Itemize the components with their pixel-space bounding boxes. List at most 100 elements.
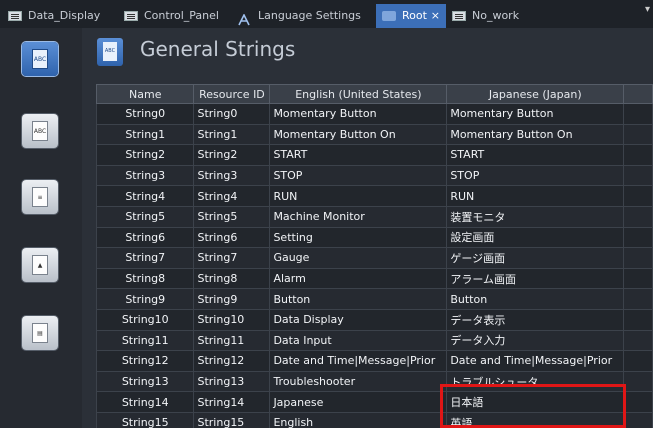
- cell-english[interactable]: Gauge: [269, 247, 448, 269]
- table-row[interactable]: String4 String4 RUN RUN: [96, 185, 653, 207]
- table-row[interactable]: String12 String12 Date and Time|Message|Pr…: [96, 350, 653, 372]
- cell-japanese[interactable]: 英語: [446, 411, 625, 428]
- cell-name[interactable]: String3: [96, 164, 195, 187]
- cell-english[interactable]: Setting: [269, 226, 448, 249]
- column-header-english[interactable]: English (United States): [269, 84, 448, 104]
- cell-english[interactable]: Japanese: [269, 391, 448, 413]
- cell-japanese[interactable]: Date and Time|Message|Prior: [446, 350, 625, 372]
- cell-japanese[interactable]: Momentary Button: [446, 103, 625, 125]
- cell-japanese[interactable]: ゲージ画面: [446, 247, 625, 269]
- table-row[interactable]: String13 String13 Troubleshooter トラブルシュータ: [96, 370, 653, 393]
- table-row[interactable]: String7 String7 Gauge ゲージ画面: [96, 247, 653, 269]
- cell-empty: [623, 329, 653, 352]
- cell-japanese[interactable]: START: [446, 144, 625, 166]
- cell-japanese[interactable]: STOP: [446, 164, 625, 187]
- cell-name[interactable]: String11: [96, 329, 195, 352]
- tab-control-panel[interactable]: Control_Panel: [118, 4, 228, 28]
- document-tool[interactable]: ▤: [22, 316, 58, 350]
- cell-resource-id[interactable]: String7: [193, 247, 271, 269]
- cell-empty: [623, 267, 653, 290]
- cell-japanese[interactable]: トラブルシュータ: [446, 370, 625, 393]
- table-row[interactable]: String2 String2 START START: [96, 144, 653, 166]
- cell-resource-id[interactable]: String14: [193, 391, 271, 413]
- cell-resource-id[interactable]: String2: [193, 144, 271, 166]
- cell-english[interactable]: START: [269, 144, 448, 166]
- cell-english[interactable]: English: [269, 411, 448, 428]
- cell-name[interactable]: String2: [96, 144, 195, 166]
- cell-name[interactable]: String10: [96, 308, 195, 331]
- cell-english[interactable]: RUN: [269, 185, 448, 207]
- tab-root[interactable]: Root ×: [376, 4, 446, 28]
- tab-language-settings[interactable]: Language Settings: [232, 4, 372, 28]
- cell-name[interactable]: String6: [96, 226, 195, 249]
- cell-japanese[interactable]: アラーム画面: [446, 267, 625, 290]
- cell-japanese[interactable]: データ入力: [446, 329, 625, 352]
- tab-no-work[interactable]: No_work: [446, 4, 536, 28]
- table-row[interactable]: String15 String15 English 英語: [96, 411, 653, 428]
- column-header-japanese[interactable]: Japanese (Japan): [446, 84, 625, 104]
- table-row[interactable]: String11 String11 Data Input データ入力: [96, 329, 653, 352]
- cell-empty: [623, 411, 653, 428]
- cell-name[interactable]: String15: [96, 411, 195, 428]
- cell-resource-id[interactable]: String9: [193, 288, 271, 310]
- cell-japanese[interactable]: RUN: [446, 185, 625, 207]
- table-row[interactable]: String1 String1 Momentary Button On Momenta…: [96, 123, 653, 146]
- table-row[interactable]: String9 String9 Button Button: [96, 288, 653, 310]
- cell-japanese[interactable]: 設定画面: [446, 226, 625, 249]
- cell-english[interactable]: STOP: [269, 164, 448, 187]
- cell-empty: [623, 226, 653, 249]
- list-tool[interactable]: ≡: [22, 180, 58, 214]
- cell-japanese[interactable]: データ表示: [446, 308, 625, 331]
- table-row[interactable]: String8 String8 Alarm アラーム画面: [96, 267, 653, 290]
- cell-name[interactable]: String9: [96, 288, 195, 310]
- tab-overflow-chevron-icon[interactable]: ▾: [645, 4, 653, 28]
- cell-english[interactable]: Momentary Button On: [269, 123, 448, 146]
- table-row[interactable]: String5 String5 Machine Monitor 装置モニタ: [96, 205, 653, 228]
- cell-english[interactable]: Data Input: [269, 329, 448, 352]
- cell-english[interactable]: Machine Monitor: [269, 205, 448, 228]
- cell-resource-id[interactable]: String15: [193, 411, 271, 428]
- cell-english[interactable]: Alarm: [269, 267, 448, 290]
- table-row[interactable]: String10 String10 Data Display データ表示: [96, 308, 653, 331]
- cell-resource-id[interactable]: String0: [193, 103, 271, 125]
- cell-resource-id[interactable]: String10: [193, 308, 271, 331]
- cell-resource-id[interactable]: String3: [193, 164, 271, 187]
- cell-resource-id[interactable]: String1: [193, 123, 271, 146]
- table-row[interactable]: String14 String14 Japanese 日本語: [96, 391, 653, 413]
- speech-strings-tool[interactable]: ABC: [22, 114, 58, 148]
- column-header-name[interactable]: Name: [96, 84, 195, 104]
- cell-name[interactable]: String5: [96, 205, 195, 228]
- close-icon[interactable]: ×: [431, 4, 440, 28]
- cell-resource-id[interactable]: String6: [193, 226, 271, 249]
- cell-name[interactable]: String7: [96, 247, 195, 269]
- cell-name[interactable]: String13: [96, 370, 195, 393]
- cell-japanese[interactable]: Momentary Button On: [446, 123, 625, 146]
- cell-resource-id[interactable]: String12: [193, 350, 271, 372]
- tab-data-display[interactable]: Data_Display: [2, 4, 114, 28]
- table-row[interactable]: String0 String0 Momentary Button Momentary …: [96, 103, 653, 125]
- cell-japanese[interactable]: 装置モニタ: [446, 205, 625, 228]
- cell-resource-id[interactable]: String5: [193, 205, 271, 228]
- cell-resource-id[interactable]: String4: [193, 185, 271, 207]
- cell-name[interactable]: String12: [96, 350, 195, 372]
- cell-name[interactable]: String14: [96, 391, 195, 413]
- cell-english[interactable]: Troubleshooter: [269, 370, 448, 393]
- cell-resource-id[interactable]: String11: [193, 329, 271, 352]
- table-row[interactable]: String6 String6 Setting 設定画面: [96, 226, 653, 249]
- cell-name[interactable]: String1: [96, 123, 195, 146]
- general-strings-tool[interactable]: ABC: [22, 42, 58, 76]
- cell-name[interactable]: String8: [96, 267, 195, 290]
- cell-english[interactable]: Date and Time|Message|Prior: [269, 350, 448, 372]
- cell-name[interactable]: String0: [96, 103, 195, 125]
- cell-resource-id[interactable]: String13: [193, 370, 271, 393]
- cell-english[interactable]: Momentary Button: [269, 103, 448, 125]
- table-row[interactable]: String3 String3 STOP STOP: [96, 164, 653, 187]
- cell-english[interactable]: Button: [269, 288, 448, 310]
- cell-resource-id[interactable]: String8: [193, 267, 271, 290]
- column-header-resource-id[interactable]: Resource ID: [193, 84, 271, 104]
- cell-japanese[interactable]: Button: [446, 288, 625, 310]
- cell-japanese[interactable]: 日本語: [446, 391, 625, 413]
- cell-english[interactable]: Data Display: [269, 308, 448, 331]
- image-tool[interactable]: ▲: [22, 248, 58, 282]
- cell-name[interactable]: String4: [96, 185, 195, 207]
